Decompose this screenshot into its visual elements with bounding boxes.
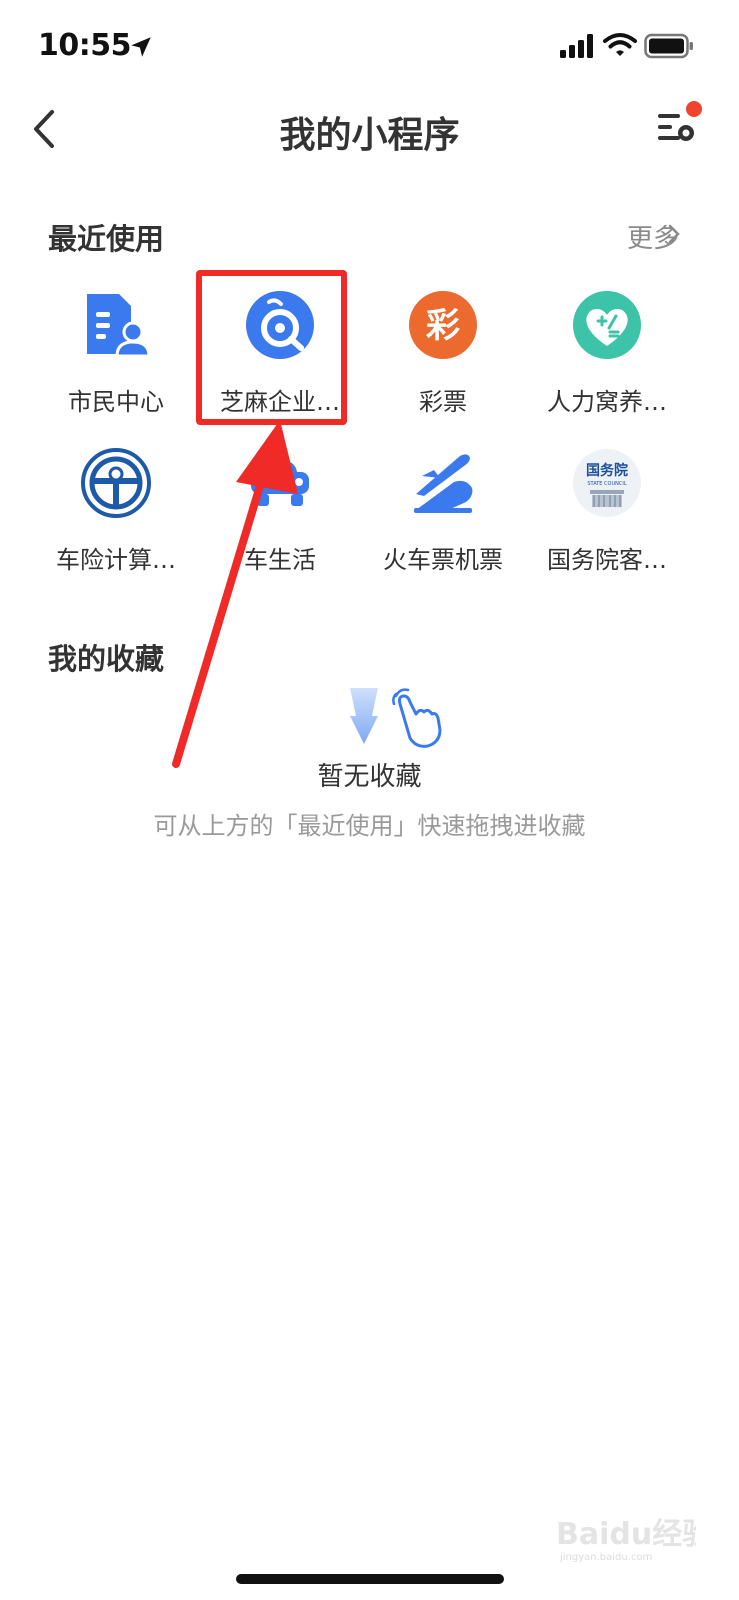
app-tile-health-calc[interactable]: 人力窝养… bbox=[522, 290, 692, 440]
page-title: 我的小程序 bbox=[279, 115, 460, 156]
svg-text:jingyan.baidu.com: jingyan.baidu.com bbox=[559, 1552, 652, 1563]
highlight-box bbox=[196, 270, 347, 425]
chevron-right-icon[interactable] bbox=[666, 222, 682, 246]
recent-section-title: 最近使用 bbox=[48, 222, 165, 256]
svg-text:Baidu经验: Baidu经验 bbox=[556, 1517, 696, 1552]
battery-icon bbox=[644, 33, 693, 59]
location-arrow-icon bbox=[131, 37, 151, 57]
home-indicator bbox=[236, 1574, 504, 1584]
baidu-watermark-logo: Baidu经验 jingyan.baidu.com bbox=[556, 1517, 696, 1563]
app-label: 人力窝养… bbox=[547, 388, 667, 416]
empty-favorites-hint: 可从上方的「最近使用」快速拖拽进收藏 bbox=[153, 812, 586, 840]
cellular-signal-icon bbox=[560, 34, 593, 58]
notification-dot bbox=[686, 101, 702, 117]
app-label: 火车票机票 bbox=[383, 546, 503, 574]
drag-hand-icon bbox=[350, 688, 442, 748]
app-label: 彩票 bbox=[419, 388, 467, 416]
svg-text:STATE COUNCIL: STATE COUNCIL bbox=[587, 481, 626, 487]
car-insurance-icon bbox=[81, 448, 151, 518]
annotation-arrow bbox=[172, 420, 298, 768]
status-time: 10:55 bbox=[38, 28, 132, 63]
wifi-icon bbox=[603, 33, 637, 56]
app-tile-lottery[interactable]: 彩 彩票 bbox=[358, 290, 528, 440]
lottery-icon: 彩 bbox=[409, 291, 477, 359]
app-label: 国务院客… bbox=[547, 546, 667, 574]
app-tile-state-council[interactable]: 国务院 STATE COUNCIL 国务院客… bbox=[522, 448, 692, 598]
manage-settings-icon[interactable] bbox=[652, 100, 708, 150]
citizen-center-icon bbox=[87, 294, 151, 358]
favorites-section-title: 我的收藏 bbox=[48, 642, 165, 676]
app-label: 市民中心 bbox=[68, 388, 164, 416]
svg-text:彩: 彩 bbox=[426, 306, 460, 346]
health-calc-icon bbox=[573, 291, 641, 359]
state-council-icon: 国务院 STATE COUNCIL bbox=[573, 449, 641, 517]
empty-favorites-title: 暂无收藏 bbox=[317, 762, 422, 792]
svg-text:国务院: 国务院 bbox=[586, 462, 628, 479]
app-tile-citizen-center[interactable]: 市民中心 bbox=[31, 290, 201, 440]
app-tile-train-plane-ticket[interactable]: 火车票机票 bbox=[358, 448, 528, 598]
train-plane-ticket-icon bbox=[414, 454, 473, 513]
